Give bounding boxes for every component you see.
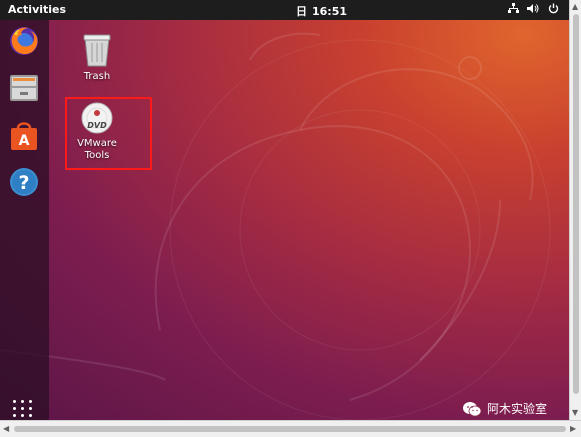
trash-icon bbox=[83, 34, 111, 67]
system-tray[interactable] bbox=[507, 3, 559, 17]
firefox-icon[interactable] bbox=[8, 25, 40, 57]
dock: A ? bbox=[0, 20, 49, 420]
trash-label: Trash bbox=[83, 71, 111, 82]
watermark: 阿木实验室 bbox=[462, 400, 547, 417]
scroll-up-icon[interactable]: ▲ bbox=[572, 2, 578, 11]
svg-text:A: A bbox=[19, 133, 30, 149]
trash-desktop-icon[interactable]: Trash bbox=[67, 32, 127, 83]
files-icon[interactable] bbox=[8, 72, 40, 104]
svg-text:?: ? bbox=[18, 172, 29, 194]
clock-time: 16:51 bbox=[312, 5, 348, 18]
wechat-icon bbox=[463, 401, 482, 416]
vertical-scrollbar[interactable]: ▲ ▼ bbox=[569, 0, 581, 420]
clock-day: 日 bbox=[296, 5, 307, 18]
horizontal-scroll-thumb[interactable] bbox=[14, 426, 566, 432]
desktop-screen: Activities 日 16:51 A ? Trash DVD VMware … bbox=[0, 0, 569, 420]
scroll-left-icon[interactable]: ◀ bbox=[3, 424, 9, 433]
software-icon[interactable]: A bbox=[8, 120, 40, 152]
help-icon[interactable]: ? bbox=[8, 166, 40, 198]
scroll-down-icon[interactable]: ▼ bbox=[572, 408, 578, 417]
scroll-right-icon[interactable]: ▶ bbox=[570, 424, 576, 433]
selection-highlight-box bbox=[65, 97, 152, 170]
vertical-scroll-thumb[interactable] bbox=[573, 14, 579, 394]
watermark-text: 阿木实验室 bbox=[487, 402, 548, 416]
horizontal-scrollbar[interactable]: ◀ ▶ bbox=[0, 420, 581, 437]
power-icon[interactable] bbox=[547, 3, 559, 17]
volume-icon[interactable] bbox=[527, 3, 539, 17]
clock[interactable]: 日 16:51 bbox=[296, 3, 347, 19]
top-bar: Activities 日 16:51 bbox=[0, 0, 569, 20]
activities-button[interactable]: Activities bbox=[8, 3, 66, 16]
show-applications-icon[interactable] bbox=[13, 400, 35, 417]
network-icon[interactable] bbox=[507, 3, 519, 17]
